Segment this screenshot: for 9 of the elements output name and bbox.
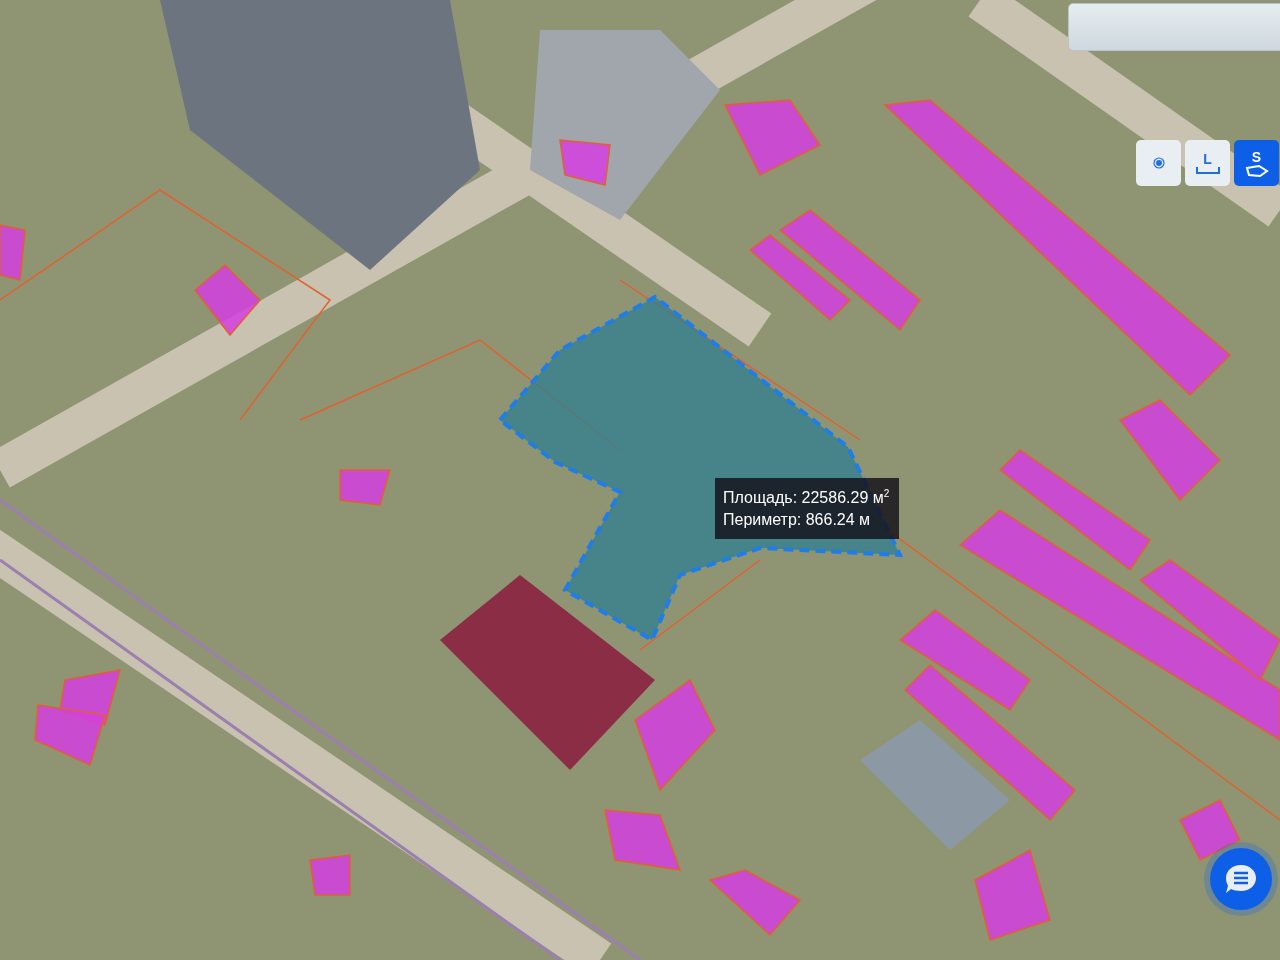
area-tool-button[interactable]: S	[1234, 140, 1279, 186]
point-tool-button[interactable]	[1136, 140, 1181, 186]
area-shape-icon	[1244, 164, 1269, 177]
point-icon	[1152, 157, 1165, 169]
area-text: Площадь: 22586.29 м$^{2}$	[723, 488, 890, 508]
chat-bubble-icon	[1224, 863, 1258, 895]
line-tool-button[interactable]: L	[1185, 140, 1230, 186]
perimeter-text: Периметр: 866.24 м	[723, 511, 872, 530]
ruler-line-icon	[1195, 167, 1220, 174]
